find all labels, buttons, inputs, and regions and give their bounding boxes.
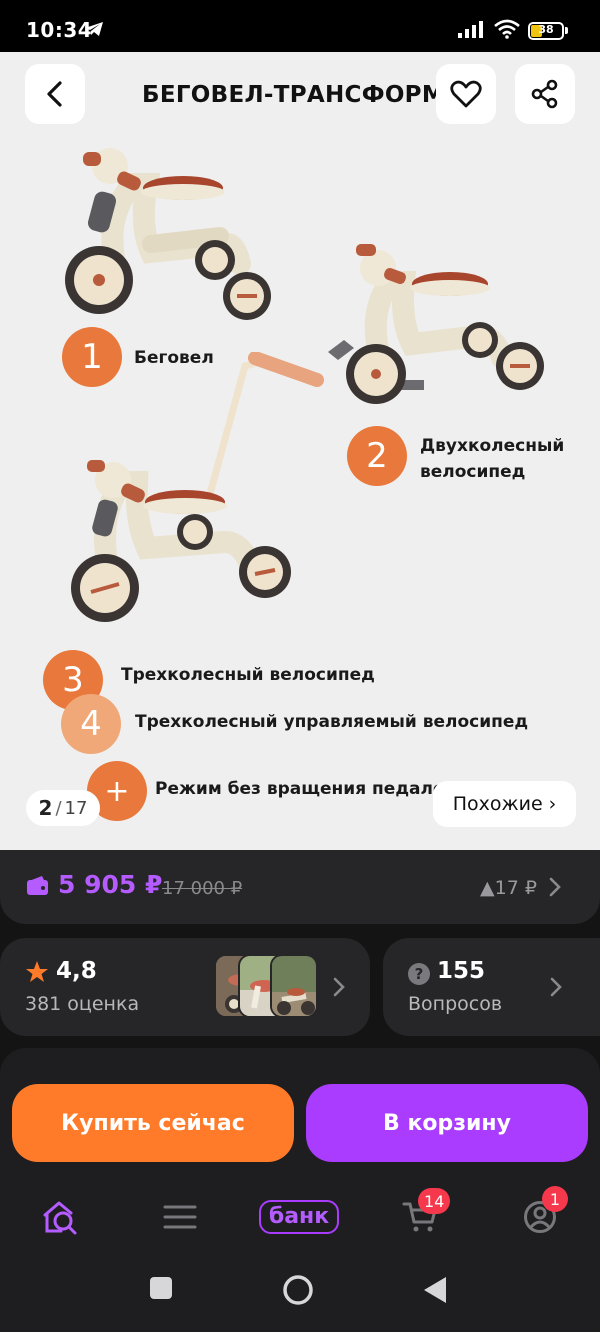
- menu-icon: [163, 1205, 197, 1229]
- system-back-icon[interactable]: [422, 1275, 448, 1305]
- rating-value: 4,8: [56, 958, 97, 984]
- system-recents-icon[interactable]: [149, 1276, 173, 1300]
- gallery-separator: /: [55, 797, 62, 819]
- star-icon: [26, 961, 48, 982]
- product-title: БЕГОВЕЛ-ТРАНСФОРМЕР: [142, 82, 479, 108]
- signal-icon: [458, 21, 483, 38]
- chevron-right-icon: [549, 877, 561, 897]
- favorite-button[interactable]: [436, 64, 496, 124]
- nav-cart[interactable]: 14: [380, 1188, 460, 1242]
- share-button[interactable]: [515, 64, 575, 124]
- questions-label: Вопросов: [408, 993, 503, 1015]
- mode-plus-label: Режим без вращения педалей: [155, 779, 457, 799]
- add-to-cart-button[interactable]: В корзину: [306, 1084, 588, 1162]
- product-info-panel: 5 905 ₽ 17 000 ₽ ▲17 ₽ 4,8 381 оценка ? …: [0, 850, 600, 1332]
- battery-icon: 38: [528, 22, 564, 40]
- battery-tip: [565, 27, 568, 34]
- questions-card[interactable]: ? 155 Вопросов: [383, 938, 600, 1036]
- similar-products-button[interactable]: Похожие ›: [433, 781, 576, 827]
- two-wheel-bike-image: [328, 244, 544, 404]
- status-time: 10:34: [26, 18, 93, 42]
- nav-bank[interactable]: банк: [258, 1192, 340, 1242]
- price-change: ▲17 ₽: [480, 877, 537, 899]
- telegram-icon: [85, 22, 103, 36]
- nav-profile[interactable]: 1: [500, 1186, 580, 1242]
- price-old: 17 000 ₽: [162, 878, 243, 899]
- wifi-icon: [494, 19, 520, 39]
- buy-now-button[interactable]: Купить сейчас: [12, 1084, 294, 1162]
- battery-level: 38: [538, 23, 554, 36]
- review-photo-thumbnail[interactable]: [270, 954, 318, 1018]
- home-search-icon: [43, 1201, 77, 1235]
- trike-with-handle-image: [71, 352, 324, 622]
- mode-4-number: 4: [61, 694, 121, 754]
- price-card[interactable]: 5 905 ₽ 17 000 ₽ ▲17 ₽: [0, 850, 600, 924]
- gallery-total-pages: 17: [64, 797, 88, 819]
- heart-icon: [450, 80, 482, 108]
- mode-1-number: 1: [62, 327, 122, 387]
- rating-card[interactable]: 4,8 381 оценка: [0, 938, 370, 1036]
- questions-count: 155: [437, 958, 486, 984]
- mode-2-number: 2: [347, 426, 407, 486]
- profile-badge: 1: [542, 1186, 568, 1212]
- cart-badge: 14: [418, 1188, 451, 1214]
- review-photo-image: [272, 956, 316, 1016]
- status-bar: 10:34 38: [0, 0, 600, 52]
- rating-count: 381 оценка: [25, 993, 140, 1015]
- balance-bike-image: [65, 148, 271, 320]
- product-image-gallery[interactable]: 1 Беговел 2 Двухколесный велосипед 3 Тре…: [0, 52, 600, 850]
- chevron-right-icon: [550, 977, 562, 997]
- mode-1-label: Беговел: [134, 348, 214, 368]
- system-home-icon[interactable]: [282, 1274, 314, 1306]
- question-icon: ?: [408, 963, 430, 985]
- back-arrow-icon: [47, 81, 62, 107]
- gallery-current-page: 2: [38, 796, 53, 820]
- share-icon: [531, 79, 558, 109]
- price-current: 5 905 ₽: [58, 870, 163, 899]
- chevron-right-icon: [333, 977, 345, 997]
- nav-catalog[interactable]: [140, 1192, 220, 1242]
- back-button[interactable]: [25, 64, 85, 124]
- action-bar: Купить сейчас В корзину банк 14 1: [0, 1048, 600, 1332]
- bank-label: банк: [258, 1200, 340, 1234]
- nav-home-search[interactable]: [20, 1192, 100, 1242]
- mode-3-label: Трехколесный велосипед: [121, 665, 375, 685]
- gallery-page-counter: 2 / 17: [26, 790, 100, 826]
- wallet-icon: [27, 876, 48, 895]
- mode-2-label: Двухколесный велосипед: [420, 436, 565, 482]
- mode-4-label: Трехколесный управляемый велосипед: [135, 712, 529, 732]
